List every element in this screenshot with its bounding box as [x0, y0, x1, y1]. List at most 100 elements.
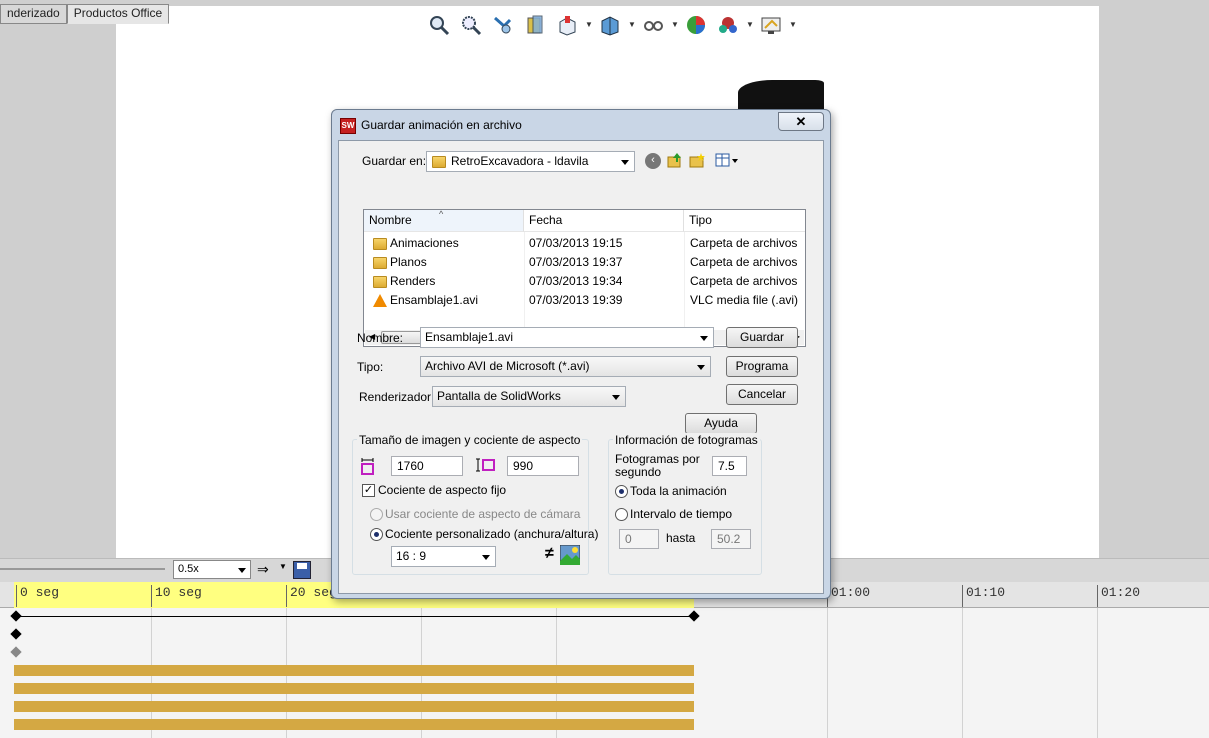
- height-input[interactable]: 990: [507, 456, 579, 476]
- folder-icon: [432, 156, 446, 168]
- schedule-button[interactable]: Programa: [726, 356, 798, 377]
- file-date: 07/03/2013 19:15: [529, 236, 623, 250]
- folder-icon: [373, 238, 387, 250]
- chevron-down-icon: [621, 160, 629, 165]
- file-name: Renders: [390, 274, 436, 288]
- sort-ascending-icon: ^: [439, 209, 444, 219]
- chevron-down-icon[interactable]: ▼: [628, 20, 636, 30]
- frames-group-title: Información de fotogramas: [613, 433, 760, 447]
- component-track[interactable]: [14, 719, 694, 730]
- time-interval-radio[interactable]: [615, 508, 628, 521]
- file-date: 07/03/2013 19:37: [529, 255, 623, 269]
- section-view-icon[interactable]: [521, 11, 549, 39]
- view-settings-icon[interactable]: [757, 11, 785, 39]
- tick-label: 10 seg: [151, 585, 202, 607]
- column-header-label: Nombre: [369, 213, 412, 227]
- height-icon: [476, 458, 496, 473]
- column-header-date[interactable]: Fecha: [524, 210, 684, 232]
- file-date: 07/03/2013 19:34: [529, 274, 623, 288]
- camera-aspect-radio[interactable]: [370, 508, 383, 521]
- renderer-select-value: Pantalla de SolidWorks: [437, 389, 561, 403]
- column-header-name[interactable]: Nombre ^: [364, 209, 524, 232]
- name-label: Nombre:: [357, 331, 404, 345]
- help-button[interactable]: Ayuda: [685, 413, 757, 434]
- column-header-type[interactable]: Tipo: [684, 210, 805, 232]
- renderer-select[interactable]: Pantalla de SolidWorks: [432, 386, 626, 407]
- apply-scene-icon[interactable]: [714, 11, 742, 39]
- file-row[interactable]: Animaciones 07/03/2013 19:15 Carpeta de …: [364, 234, 805, 253]
- tab-render[interactable]: nderizado: [0, 4, 67, 24]
- playback-speed-value: 0.5x: [178, 563, 199, 575]
- type-select-value: Archivo AVI de Microsoft (*.avi): [425, 359, 590, 373]
- chevron-down-icon[interactable]: ▼: [789, 20, 797, 30]
- save-animation-icon[interactable]: [293, 561, 311, 579]
- tab-office-products[interactable]: Productos Office: [66, 4, 170, 24]
- tick-label: 01:00: [827, 585, 870, 607]
- renderer-label: Renderizador:: [359, 390, 435, 404]
- component-track[interactable]: [14, 665, 694, 676]
- interval-from-input[interactable]: 0: [619, 529, 659, 549]
- component-track[interactable]: [14, 701, 694, 712]
- file-type: Carpeta de archivos: [690, 274, 798, 288]
- dialog-body: Guardar en: RetroExcavadora - ldavila ‹ …: [338, 140, 824, 594]
- new-folder-icon[interactable]: [689, 152, 705, 168]
- hide-show-icon[interactable]: [639, 11, 667, 39]
- playback-speed-select[interactable]: 0.5x: [173, 560, 251, 579]
- chevron-down-icon[interactable]: ▼: [585, 20, 593, 30]
- not-equal-icon: ≠: [545, 545, 554, 562]
- tick-label: 01:10: [962, 585, 1005, 607]
- custom-aspect-label: Cociente personalizado (anchura/altura): [385, 527, 599, 541]
- column-header-label: Tipo: [689, 213, 712, 227]
- camera-aspect-label: Usar cociente de aspecto de cámara: [385, 507, 581, 521]
- up-folder-icon[interactable]: [667, 152, 683, 168]
- aspect-ratio-select[interactable]: 16 : 9: [391, 546, 496, 567]
- width-icon: [361, 458, 374, 475]
- file-type: Carpeta de archivos: [690, 236, 798, 250]
- grid-line: [1097, 608, 1098, 738]
- aspect-ratio-value: 16 : 9: [396, 549, 427, 563]
- zoom-to-fit-icon[interactable]: [425, 11, 453, 39]
- fixed-aspect-checkbox[interactable]: ✓: [362, 484, 375, 497]
- chevron-down-icon[interactable]: ▼: [279, 562, 287, 571]
- chevron-down-icon[interactable]: ▼: [746, 20, 754, 30]
- file-name: Ensamblaje1.avi: [390, 293, 479, 307]
- view-menu-icon[interactable]: [715, 153, 741, 169]
- file-row[interactable]: Ensamblaje1.avi 07/03/2013 19:39 VLC med…: [364, 291, 805, 310]
- close-button[interactable]: ✕: [778, 112, 824, 131]
- type-select[interactable]: Archivo AVI de Microsoft (*.avi): [420, 356, 711, 377]
- interval-to-label: hasta: [666, 531, 696, 545]
- model-part: [738, 80, 824, 112]
- previous-view-icon[interactable]: [489, 11, 517, 39]
- file-type: VLC media file (.avi): [690, 293, 799, 307]
- image-preview-icon[interactable]: [559, 544, 581, 566]
- view-orientation-icon[interactable]: [553, 11, 581, 39]
- command-tabs: nderizado Productos Office: [0, 4, 170, 24]
- width-input[interactable]: 1760: [391, 456, 463, 476]
- save-button[interactable]: Guardar: [726, 327, 798, 348]
- chevron-down-icon: [612, 395, 620, 400]
- dialog-title: Guardar animación en archivo: [361, 118, 522, 132]
- edit-appearance-icon[interactable]: [682, 11, 710, 39]
- playback-mode-icon[interactable]: ⇒: [257, 561, 269, 578]
- cancel-button[interactable]: Cancelar: [726, 384, 798, 405]
- chevron-down-icon: [482, 555, 490, 560]
- chevron-down-icon: [697, 365, 705, 370]
- whole-animation-radio[interactable]: [615, 485, 628, 498]
- interval-to-input[interactable]: 50.2: [711, 529, 751, 549]
- folder-icon: [373, 257, 387, 269]
- name-field[interactable]: Ensamblaje1.avi: [420, 327, 714, 348]
- back-icon[interactable]: ‹: [645, 153, 661, 169]
- grid-line: [962, 608, 963, 738]
- fps-input[interactable]: 7.5: [712, 456, 747, 476]
- display-style-icon[interactable]: [596, 11, 624, 39]
- file-row[interactable]: Renders 07/03/2013 19:34 Carpeta de arch…: [364, 272, 805, 291]
- custom-aspect-radio[interactable]: [370, 528, 383, 541]
- fixed-aspect-label: Cociente de aspecto fijo: [378, 483, 507, 497]
- chevron-down-icon: [700, 336, 708, 341]
- save-in-select[interactable]: RetroExcavadora - ldavila: [426, 151, 635, 172]
- timeline-slider[interactable]: [0, 568, 165, 570]
- zoom-to-area-icon[interactable]: [457, 11, 485, 39]
- component-track[interactable]: [14, 683, 694, 694]
- chevron-down-icon[interactable]: ▼: [671, 20, 679, 30]
- file-row[interactable]: Planos 07/03/2013 19:37 Carpeta de archi…: [364, 253, 805, 272]
